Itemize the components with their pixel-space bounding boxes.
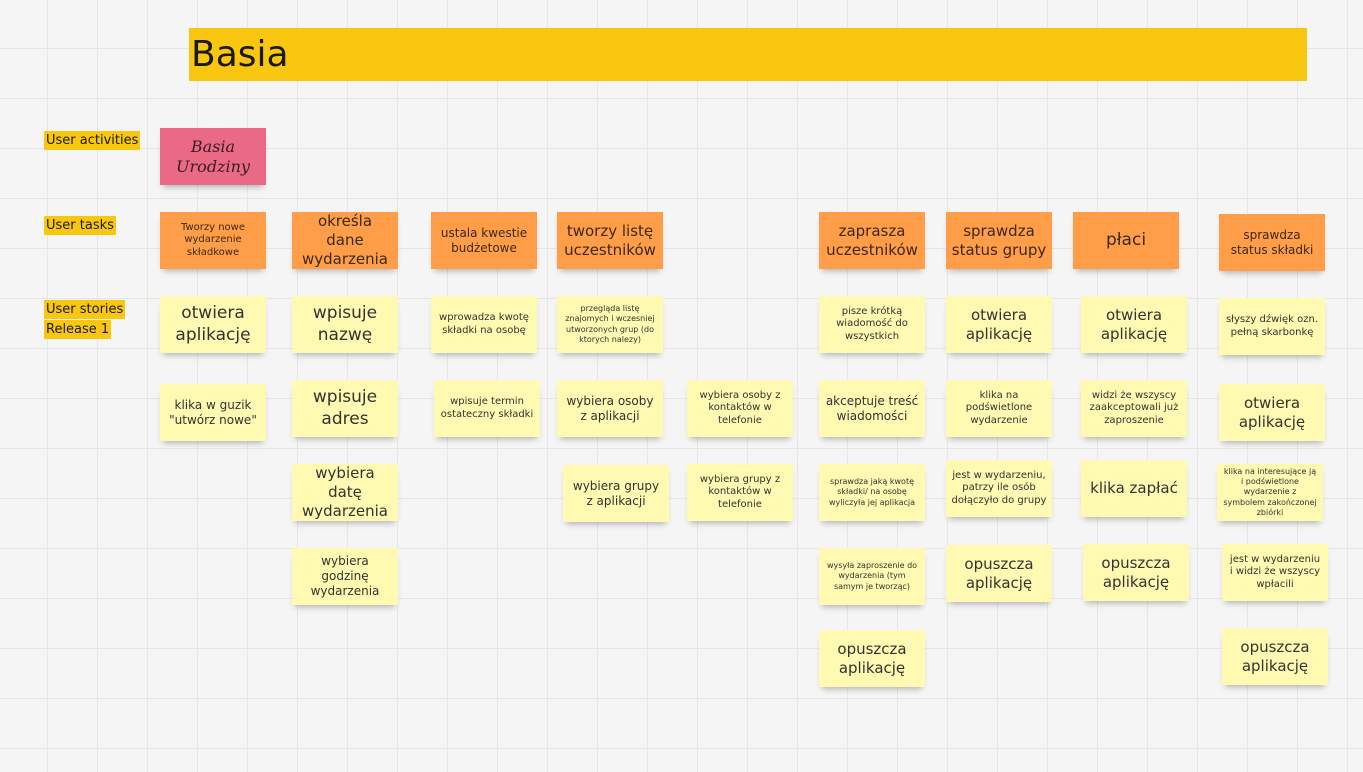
activity-note[interactable]: Basia Urodziny <box>160 128 266 185</box>
story-note[interactable]: sprawdza jaką kwotę składki/ na osobę wy… <box>819 464 925 521</box>
story-note[interactable]: opuszcza aplikację <box>1083 544 1189 601</box>
story-note[interactable]: otwiera aplikację <box>160 296 266 353</box>
row-label-tasks[interactable]: User tasks <box>44 216 116 235</box>
story-note[interactable]: wybiera grupy z aplikacji <box>563 465 669 522</box>
story-note[interactable]: wybiera datę wydarzenia <box>292 464 398 521</box>
story-note[interactable]: widzi że wszyscy zaakceptowali już zapro… <box>1081 380 1187 437</box>
story-note[interactable]: wybiera osoby z kontaktów w telefonie <box>687 380 793 437</box>
story-note[interactable]: wybiera grupy z kontaktów w telefonie <box>687 464 793 521</box>
story-note[interactable]: otwiera aplikację <box>946 296 1052 353</box>
story-note[interactable]: jest w wydarzeniu, patrzy ile osób dołąc… <box>946 460 1052 517</box>
task-note[interactable]: określa dane wydarzenia <box>292 212 398 269</box>
row-label-release[interactable]: Release 1 <box>44 320 112 339</box>
story-note[interactable]: wybiera osoby z aplikacji <box>557 380 663 437</box>
task-note[interactable]: płaci <box>1073 212 1179 269</box>
story-note[interactable]: wpisuje nazwę <box>292 296 398 353</box>
story-note[interactable]: wpisuje termin ostateczny składki <box>434 380 540 437</box>
story-note[interactable]: wprowadza kwotę składki na osobę <box>431 296 537 353</box>
story-note[interactable]: wysyła zaproszenie do wydarzenia (tym sa… <box>819 548 925 605</box>
story-note[interactable]: klika na podświetlone wydarzenie <box>946 380 1052 437</box>
board-title: Basia <box>191 34 289 75</box>
story-note[interactable]: opuszcza aplikację <box>819 630 925 687</box>
story-note[interactable]: klika zapłać <box>1081 460 1187 517</box>
story-note[interactable]: słyszy dźwięk ozn. pełną skarbonkę <box>1219 298 1325 355</box>
task-note[interactable]: ustala kwestie budżetowe <box>431 212 537 269</box>
story-note[interactable]: klika na interesujące ją i podświetlone … <box>1217 464 1323 521</box>
row-label-stories[interactable]: User stories <box>44 300 126 319</box>
story-note[interactable]: akceptuje treść wiadomości <box>819 380 925 437</box>
story-note[interactable]: jest w wydarzeniu i widzi że wszyscy wpł… <box>1222 544 1328 601</box>
story-note[interactable]: opuszcza aplikację <box>946 545 1052 602</box>
story-note[interactable]: opuszcza aplikację <box>1222 628 1328 685</box>
story-note[interactable]: otwiera aplikację <box>1081 296 1187 353</box>
task-note[interactable]: zaprasza uczestników <box>819 212 925 269</box>
story-note[interactable]: otwiera aplikację <box>1219 384 1325 441</box>
story-note[interactable]: przegląda listę znajomych i wczesniej ut… <box>557 296 663 353</box>
story-note[interactable]: wpisuje adres <box>292 380 398 437</box>
story-note[interactable]: wybiera godzinę wydarzenia <box>292 548 398 605</box>
row-label-activities[interactable]: User activities <box>44 131 141 150</box>
story-note[interactable]: pisze krótką wiadomość do wszystkich <box>819 296 925 353</box>
task-note[interactable]: tworzy listę uczestników <box>557 212 663 269</box>
task-note[interactable]: sprawdza status składki <box>1219 214 1325 271</box>
story-note[interactable]: klika w guzik "utwórz nowe" <box>160 384 266 441</box>
task-note[interactable]: Tworzy nowe wydarzenie składkowe <box>160 212 266 269</box>
task-note[interactable]: sprawdza status grupy <box>946 212 1052 269</box>
board-title-banner[interactable]: Basia <box>189 28 1307 81</box>
